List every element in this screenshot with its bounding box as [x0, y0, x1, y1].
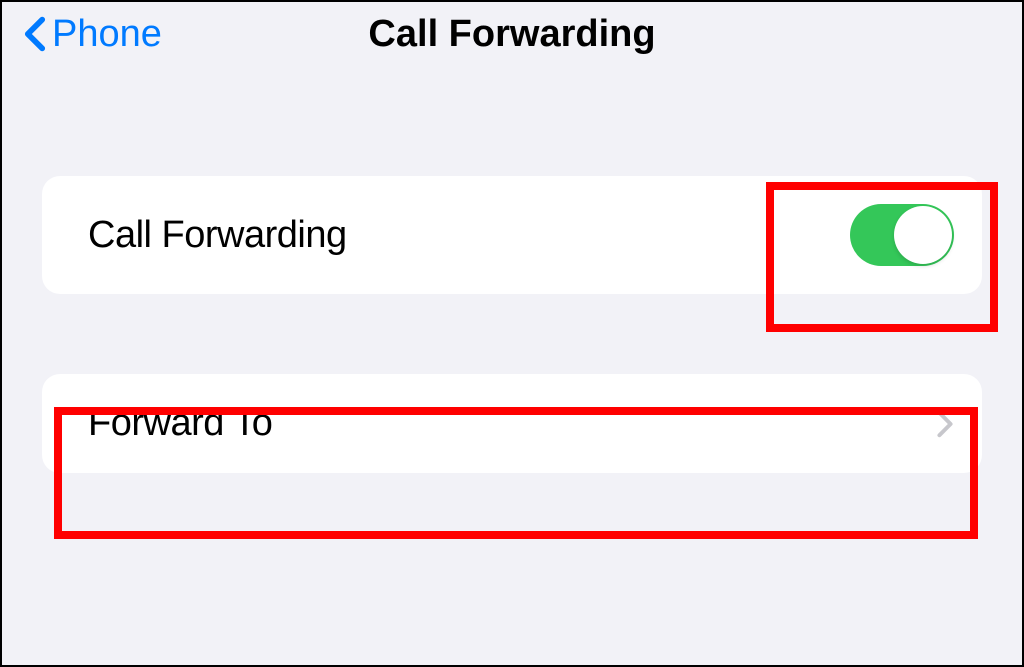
page-title: Call Forwarding — [368, 13, 655, 56]
call-forwarding-label: Call Forwarding — [88, 214, 347, 257]
back-button[interactable]: Phone — [24, 13, 162, 56]
back-label: Phone — [52, 13, 162, 56]
chevron-left-icon — [24, 16, 46, 52]
forward-to-row[interactable]: Forward To — [42, 374, 982, 473]
content-area: Call Forwarding Forward To — [2, 176, 1022, 473]
toggle-knob — [894, 206, 952, 264]
call-forwarding-row: Call Forwarding — [42, 176, 982, 294]
chevron-right-icon — [936, 410, 954, 438]
navigation-bar: Phone Call Forwarding — [2, 2, 1022, 66]
forward-to-label: Forward To — [88, 402, 272, 445]
call-forwarding-toggle[interactable] — [850, 204, 954, 266]
